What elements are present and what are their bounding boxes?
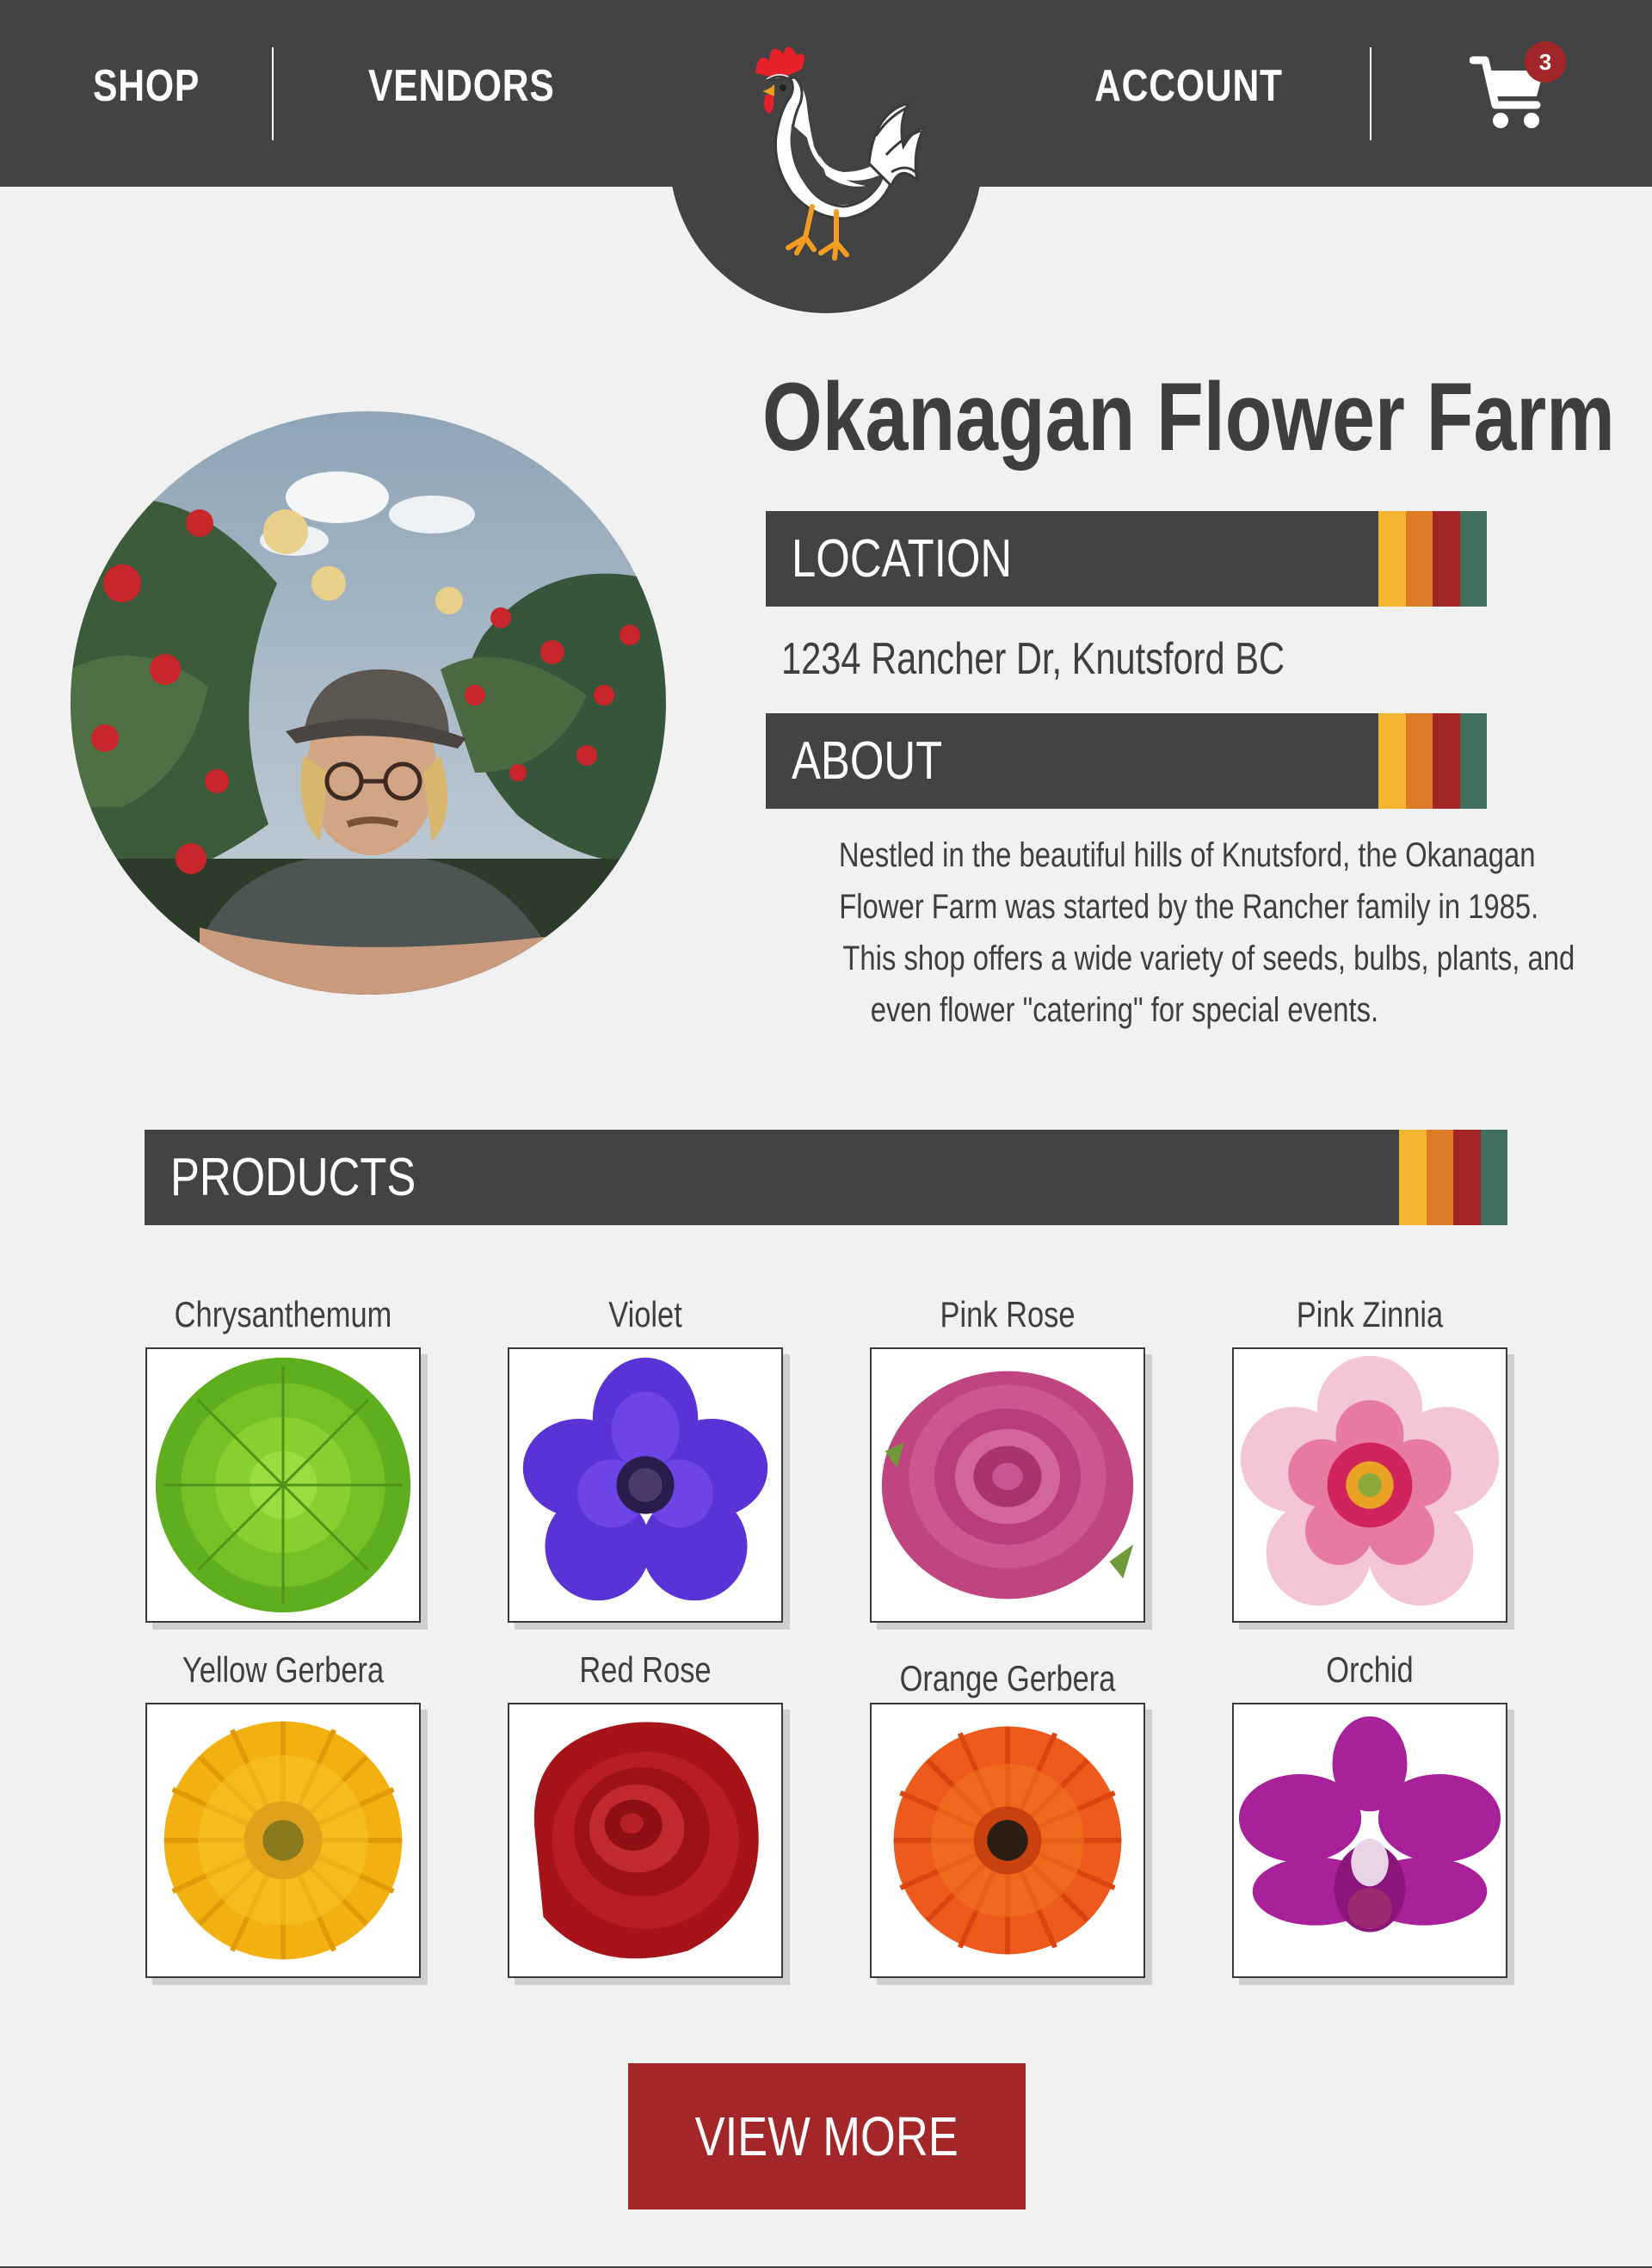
product-card[interactable]: Violet <box>508 1294 783 1623</box>
product-card[interactable]: Yellow Gerbera <box>145 1649 421 1978</box>
accent-stripes <box>1378 713 1487 809</box>
rooster-icon[interactable] <box>740 34 929 284</box>
product-card[interactable]: Red Rose <box>508 1649 783 1978</box>
nav-vendors-link[interactable]: VENDORS <box>368 60 555 112</box>
product-name: Violet <box>608 1294 682 1334</box>
product-name: Chrysanthemum <box>174 1294 392 1334</box>
vendor-location: 1234 Rancher Dr, Knutsford BC <box>781 634 1285 684</box>
about-heading: ABOUT <box>792 731 943 791</box>
vendor-name-title: Okanagan Flower Farm <box>762 363 1615 471</box>
nav-divider <box>1370 47 1372 140</box>
product-image-orange-gerbera[interactable] <box>870 1703 1145 1978</box>
vendor-about-text: Nestled in the beautiful hills of Knutsf… <box>762 829 1575 1036</box>
product-card[interactable]: Chrysanthemum <box>145 1294 421 1623</box>
product-image-pink-zinnia[interactable] <box>1232 1347 1507 1623</box>
product-card[interactable]: Pink Zinnia <box>1232 1294 1507 1623</box>
product-image-red-rose[interactable] <box>508 1703 783 1978</box>
product-name: Pink Rose <box>940 1294 1076 1334</box>
product-name: Orange Gerbera <box>899 1658 1116 1698</box>
product-image-orchid[interactable] <box>1232 1703 1507 1978</box>
cart-count-badge[interactable]: 3 <box>1525 41 1566 83</box>
product-card[interactable]: Orchid <box>1232 1649 1507 1978</box>
product-image-yellow-gerbera[interactable] <box>145 1703 421 1978</box>
accent-stripes <box>1399 1130 1507 1225</box>
product-name: Orchid <box>1326 1649 1414 1690</box>
products-section-header: PRODUCTS <box>145 1130 1507 1225</box>
products-heading: PRODUCTS <box>170 1148 416 1207</box>
product-image-violet[interactable] <box>508 1347 783 1623</box>
product-card[interactable]: Pink Rose <box>870 1294 1145 1623</box>
product-card[interactable]: Orange Gerbera <box>870 1649 1145 1978</box>
about-section-header: ABOUT <box>766 713 1487 809</box>
product-name: Yellow Gerbera <box>182 1649 385 1690</box>
product-name: Pink Zinnia <box>1296 1294 1444 1334</box>
view-more-label: VIEW MORE <box>694 2105 959 2167</box>
accent-stripes <box>1378 511 1487 607</box>
location-section-header: LOCATION <box>766 511 1487 607</box>
about-line: Flower Farm was started by the Rancher f… <box>839 888 1539 926</box>
about-line: even flower "catering" for special event… <box>870 991 1379 1029</box>
nav-divider <box>272 47 274 140</box>
vendor-avatar-photo <box>71 411 666 995</box>
about-line: This shop offers a wide variety of seeds… <box>842 940 1575 977</box>
nav-account-link[interactable]: ACCOUNT <box>1094 60 1283 112</box>
product-image-chrysanthemum[interactable] <box>145 1347 421 1623</box>
product-image-pink-rose[interactable] <box>870 1347 1145 1623</box>
nav-shop-link[interactable]: SHOP <box>93 60 200 112</box>
view-more-button[interactable]: VIEW MORE <box>628 2063 1026 2209</box>
location-heading: LOCATION <box>792 529 1013 589</box>
about-line: Nestled in the beautiful hills of Knutsf… <box>838 836 1536 874</box>
product-name: Red Rose <box>579 1649 712 1690</box>
